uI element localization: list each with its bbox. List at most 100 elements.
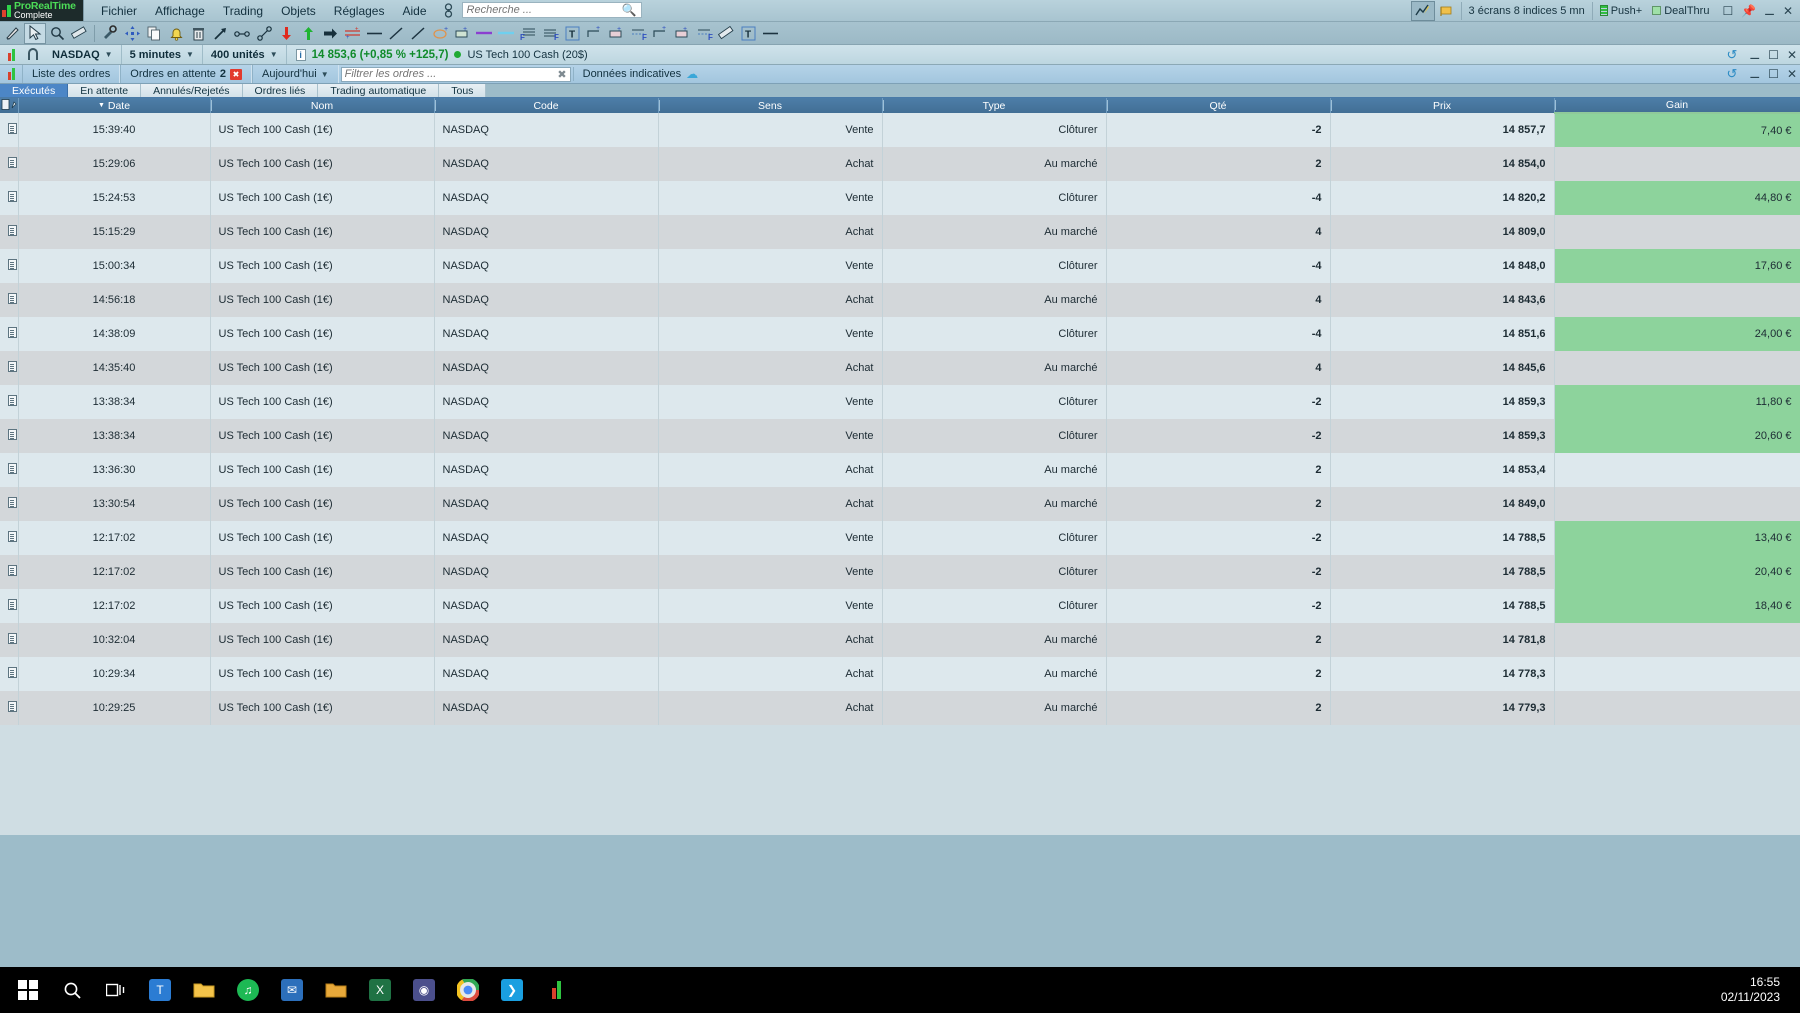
app-vscode-icon[interactable]: ❯ <box>490 970 534 1010</box>
table-row[interactable]: 15:24:53 US Tech 100 Cash (1€) NASDAQ Vente… <box>0 181 1800 215</box>
row-detail-cell[interactable] <box>0 147 19 181</box>
chart-pen-icon[interactable] <box>1410 0 1435 21</box>
row-detail-cell[interactable] <box>0 283 19 317</box>
row-detail-cell[interactable] <box>0 691 19 725</box>
row-detail-cell[interactable] <box>0 589 19 623</box>
purple-line-icon[interactable] <box>473 23 495 44</box>
table-row[interactable]: 14:35:40 US Tech 100 Cash (1€) NASDAQ Achat… <box>0 351 1800 385</box>
market-selector[interactable]: NASDAQ ▼ <box>44 45 122 64</box>
workspace-label[interactable]: 3 écrans 8 indices 5 mn <box>1460 1 1593 20</box>
column-resize-handle[interactable] <box>882 100 884 111</box>
search-icon[interactable]: 🔍 <box>622 3 637 17</box>
buy-arrow-up-icon[interactable] <box>297 23 319 44</box>
tab-en-attente[interactable]: En attente <box>68 84 142 97</box>
close-window-icon[interactable]: ✕ <box>1780 4 1796 18</box>
timeframe-selector[interactable]: 5 minutes ▼ <box>122 45 203 64</box>
move-cross-icon[interactable] <box>121 23 143 44</box>
flat-line-icon[interactable] <box>759 23 781 44</box>
dealthru-status[interactable]: DealThru <box>1647 5 1714 17</box>
price-channel-icon[interactable]: + + <box>341 23 363 44</box>
row-detail-cell[interactable] <box>0 555 19 589</box>
pencil-tool-icon[interactable] <box>2 23 24 44</box>
menu-item-reglages[interactable]: Réglages <box>325 1 394 21</box>
order-detail-icon[interactable] <box>8 599 17 610</box>
order-detail-icon[interactable] <box>8 667 17 678</box>
copy-icon[interactable] <box>143 23 165 44</box>
column-header-date[interactable]: ▼ Date <box>18 98 211 113</box>
sell-arrow-down-icon[interactable] <box>275 23 297 44</box>
orders-filter-box[interactable]: ✖ <box>340 66 571 82</box>
refresh-icon[interactable]: ↺ <box>1723 47 1742 63</box>
tab-executes[interactable]: Exécutés <box>0 84 69 97</box>
table-row[interactable]: 13:38:34 US Tech 100 Cash (1€) NASDAQ Vente… <box>0 385 1800 419</box>
horizontal-line-icon[interactable] <box>363 23 385 44</box>
column-header-nom[interactable]: Nom <box>210 98 435 113</box>
row-detail-cell[interactable] <box>0 351 19 385</box>
order-detail-icon[interactable] <box>8 633 17 644</box>
pin-window-icon[interactable]: 📌 <box>1738 4 1759 18</box>
ruler-tool-icon[interactable] <box>68 23 90 44</box>
order-detail-icon[interactable] <box>8 497 17 508</box>
table-row[interactable]: 14:56:18 US Tech 100 Cash (1€) NASDAQ Achat… <box>0 283 1800 317</box>
order-detail-icon[interactable] <box>8 531 17 542</box>
task-view-icon[interactable] <box>94 970 138 1010</box>
select-arrow-tool-icon[interactable] <box>24 22 46 44</box>
app-folder-icon[interactable] <box>314 970 358 1010</box>
row-detail-cell[interactable] <box>0 657 19 691</box>
taskbar-clock[interactable]: 16:55 02/11/2023 <box>1721 975 1794 1005</box>
order-detail-icon[interactable] <box>8 157 17 168</box>
column-header-prix[interactable]: Prix <box>1330 98 1555 113</box>
close-chart-icon[interactable]: ✕ <box>1784 48 1800 62</box>
row-detail-column-header[interactable] <box>0 98 19 113</box>
period-selector[interactable]: Aujourd'hui ▼ <box>252 65 339 83</box>
order-detail-icon[interactable] <box>8 701 17 712</box>
maximize-chart-icon[interactable]: ☐ <box>1765 48 1782 62</box>
order-detail-icon[interactable] <box>8 259 17 270</box>
diagonal-line-icon[interactable] <box>385 23 407 44</box>
maximize-orders-icon[interactable]: ☐ <box>1765 67 1782 81</box>
indicative-data-toggle[interactable]: Données indicatives ☁ <box>572 67 707 81</box>
tab-annules-rejetes[interactable]: Annulés/Rejetés <box>141 84 243 97</box>
tab-tous[interactable]: Tous <box>439 84 487 97</box>
order-detail-icon[interactable] <box>8 327 17 338</box>
table-row[interactable]: 12:17:02 US Tech 100 Cash (1€) NASDAQ Vente… <box>0 521 1800 555</box>
menu-item-trading[interactable]: Trading <box>214 1 272 21</box>
table-row[interactable]: 15:00:34 US Tech 100 Cash (1€) NASDAQ Vente… <box>0 249 1800 283</box>
rect-zone-pink-2-icon[interactable]: + <box>671 23 693 44</box>
row-detail-cell[interactable] <box>0 385 19 419</box>
app-browser-icon[interactable]: ◉ <box>402 970 446 1010</box>
app-teams-icon[interactable]: T <box>138 970 182 1010</box>
column-resize-handle[interactable] <box>434 100 436 111</box>
magnet-snap-icon[interactable] <box>22 47 44 62</box>
channel-up-icon[interactable]: + <box>583 23 605 44</box>
channel-up-2-icon[interactable]: + <box>649 23 671 44</box>
search-box[interactable]: 🔍 <box>461 2 642 18</box>
start-button-icon[interactable] <box>6 970 50 1010</box>
order-detail-icon[interactable] <box>8 361 17 372</box>
row-detail-cell[interactable] <box>0 317 19 351</box>
row-detail-cell[interactable] <box>0 215 19 249</box>
app-excel-icon[interactable]: X <box>358 970 402 1010</box>
order-detail-icon[interactable] <box>8 395 17 406</box>
table-row[interactable]: 14:38:09 US Tech 100 Cash (1€) NASDAQ Vente… <box>0 317 1800 351</box>
ellipse-tool-icon[interactable]: + <box>429 23 451 44</box>
dashed-levels-f-2-icon[interactable]: F <box>693 23 715 44</box>
menu-item-objets[interactable]: Objets <box>272 1 325 21</box>
menu-item-affichage[interactable]: Affichage <box>146 1 214 21</box>
rectangle-zone-icon[interactable]: + <box>451 23 473 44</box>
menu-item-aide[interactable]: Aide <box>393 1 435 21</box>
arrow-right-icon[interactable] <box>319 23 341 44</box>
measure-ruler-icon[interactable] <box>715 23 737 44</box>
clear-filter-icon[interactable]: ✖ <box>557 68 566 81</box>
search-input[interactable] <box>466 4 622 16</box>
search-taskbar-icon[interactable] <box>50 970 94 1010</box>
row-detail-cell[interactable] <box>0 453 19 487</box>
orders-refresh-icon[interactable]: ↺ <box>1723 66 1742 82</box>
table-row[interactable]: 13:38:34 US Tech 100 Cash (1€) NASDAQ Vente… <box>0 419 1800 453</box>
order-detail-icon[interactable] <box>8 429 17 440</box>
row-detail-cell[interactable] <box>0 521 19 555</box>
table-row[interactable]: 15:29:06 US Tech 100 Cash (1€) NASDAQ Achat… <box>0 147 1800 181</box>
table-row[interactable]: 12:17:02 US Tech 100 Cash (1€) NASDAQ Vente… <box>0 555 1800 589</box>
order-detail-icon[interactable] <box>8 191 17 202</box>
delete-trash-icon[interactable] <box>187 23 209 44</box>
